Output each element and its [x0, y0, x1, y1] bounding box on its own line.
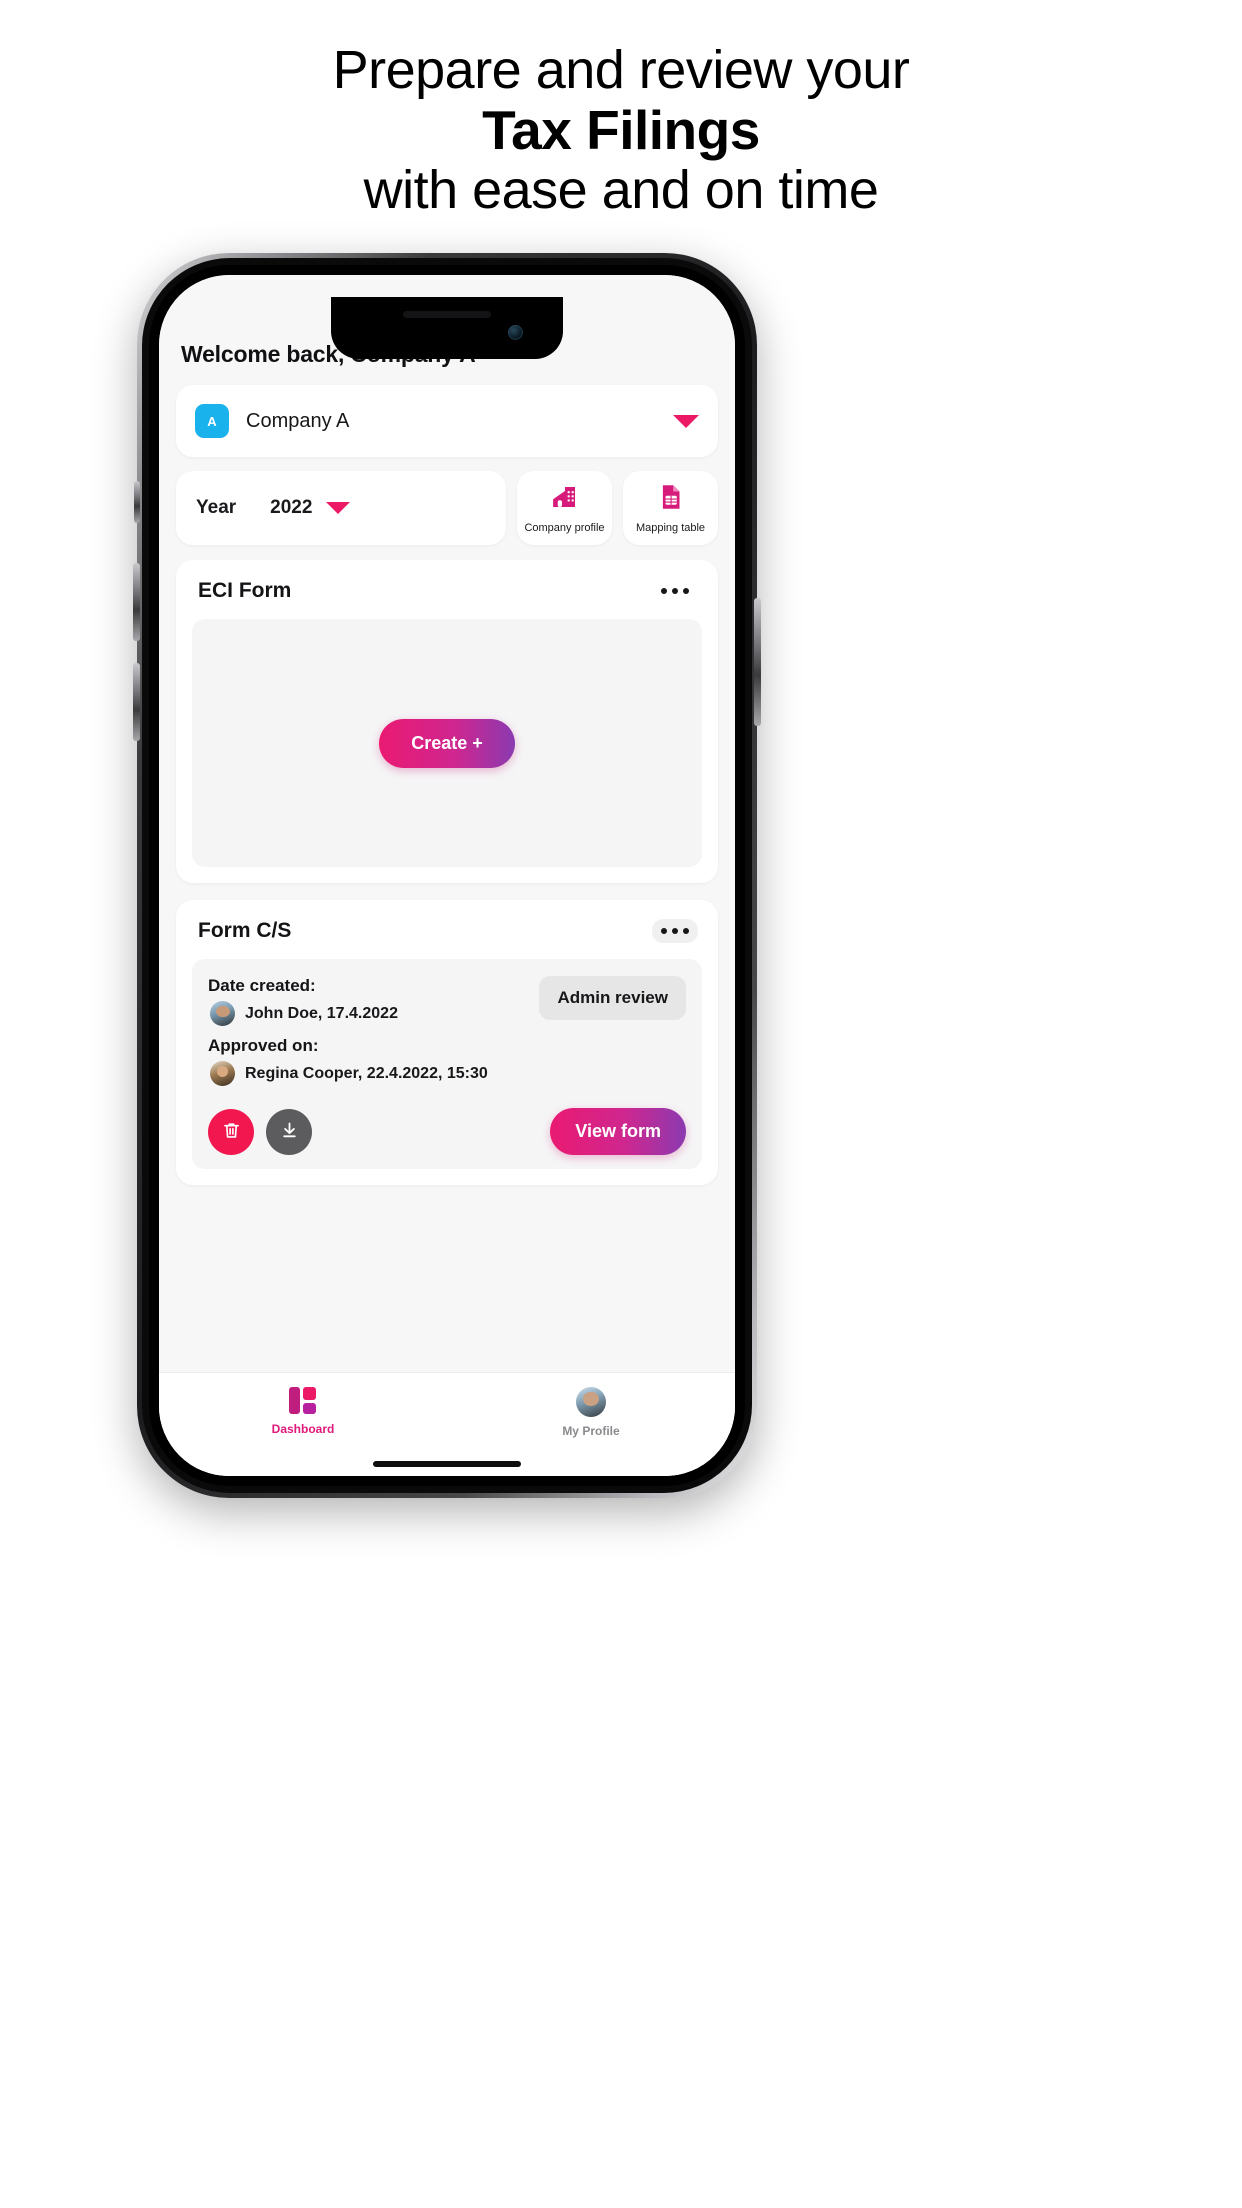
headline-line-3: with ease and on time: [363, 160, 879, 220]
form-cs-card: Form C/S Date created: John Doe, 17.4.20…: [176, 900, 718, 1185]
delete-button[interactable]: [208, 1108, 254, 1155]
date-created-value: John Doe, 17.4.2022: [245, 1004, 398, 1022]
mapping-table-label: Mapping table: [635, 522, 706, 534]
more-horizontal-icon[interactable]: [652, 919, 698, 943]
mapping-table-button[interactable]: Mapping table: [623, 471, 718, 545]
company-name-label: Company A: [246, 409, 350, 432]
dashboard-icon: [289, 1387, 317, 1415]
avatar-john: [210, 1001, 235, 1026]
download-icon: [279, 1120, 300, 1144]
form-cs-actions: View form: [208, 1108, 686, 1155]
tab-dashboard[interactable]: Dashboard: [159, 1387, 447, 1436]
chevron-down-icon[interactable]: [326, 502, 351, 514]
year-value: 2022: [270, 497, 313, 518]
year-selector[interactable]: Year 2022: [176, 471, 506, 545]
date-created-block: Date created: John Doe, 17.4.2022: [208, 976, 398, 1026]
tab-dashboard-label: Dashboard: [271, 1422, 335, 1436]
company-profile-label: Company profile: [524, 522, 605, 534]
mute-switch[interactable]: [134, 481, 140, 523]
form-cs-title: Form C/S: [198, 919, 292, 942]
app-root: Welcome back, Company A A Company A Year…: [159, 275, 735, 1476]
eci-form-title: ECI Form: [198, 579, 292, 602]
tab-my-profile-label: My Profile: [562, 1424, 620, 1438]
company-profile-button[interactable]: Company profile: [517, 471, 612, 545]
trash-icon: [221, 1120, 242, 1144]
download-button[interactable]: [266, 1108, 312, 1155]
approved-on-person: Regina Cooper, 22.4.2022, 15:30: [208, 1061, 686, 1086]
volume-down-button[interactable]: [133, 663, 140, 741]
earpiece-speaker: [403, 311, 491, 318]
date-created-label: Date created:: [208, 976, 316, 995]
year-label: Year: [196, 497, 237, 518]
eci-form-header: ECI Form: [192, 579, 702, 603]
eci-empty-state: Create +: [192, 619, 702, 867]
avatar-regina: [210, 1061, 235, 1086]
phone-screen: Welcome back, Company A A Company A Year…: [159, 275, 735, 1476]
front-camera-icon: [508, 325, 523, 340]
power-button[interactable]: [754, 598, 761, 726]
chevron-down-icon[interactable]: [673, 414, 699, 428]
create-button[interactable]: Create +: [379, 718, 515, 768]
marketing-headline: Prepare and review your Tax Filings with…: [0, 0, 1242, 220]
phone-notch: [331, 297, 563, 359]
form-cs-header: Form C/S: [192, 919, 702, 943]
headline-line-1: Prepare and review your: [332, 40, 910, 100]
table-document-icon: [656, 482, 686, 517]
approved-on-block: Approved on: Regina Cooper, 22.4.2022, 1…: [208, 1036, 686, 1086]
form-cs-body: Date created: John Doe, 17.4.2022 Admin …: [192, 959, 702, 1169]
volume-up-button[interactable]: [133, 563, 140, 641]
avatar-icon: [576, 1387, 606, 1417]
headline-line-2: Tax Filings: [482, 99, 760, 161]
app-scroll-content[interactable]: Welcome back, Company A A Company A Year…: [159, 275, 735, 1372]
tools-row: Year 2022 Company profile Mapping table: [176, 471, 718, 545]
phone-mockup: Welcome back, Company A A Company A Year…: [133, 253, 761, 1498]
company-selector[interactable]: A Company A: [176, 385, 718, 457]
view-form-button[interactable]: View form: [550, 1108, 686, 1155]
form-cs-summary-row: Date created: John Doe, 17.4.2022 Admin …: [208, 976, 686, 1036]
tab-my-profile[interactable]: My Profile: [447, 1387, 735, 1438]
eci-form-card: ECI Form Create +: [176, 560, 718, 883]
company-avatar: A: [195, 404, 229, 438]
more-horizontal-icon[interactable]: [652, 579, 698, 603]
date-created-person: John Doe, 17.4.2022: [208, 1001, 398, 1026]
approved-on-label: Approved on:: [208, 1036, 319, 1055]
approved-on-value: Regina Cooper, 22.4.2022, 15:30: [245, 1064, 488, 1082]
status-badge: Admin review: [539, 976, 686, 1020]
building-icon: [550, 482, 580, 517]
home-indicator[interactable]: [373, 1461, 521, 1467]
